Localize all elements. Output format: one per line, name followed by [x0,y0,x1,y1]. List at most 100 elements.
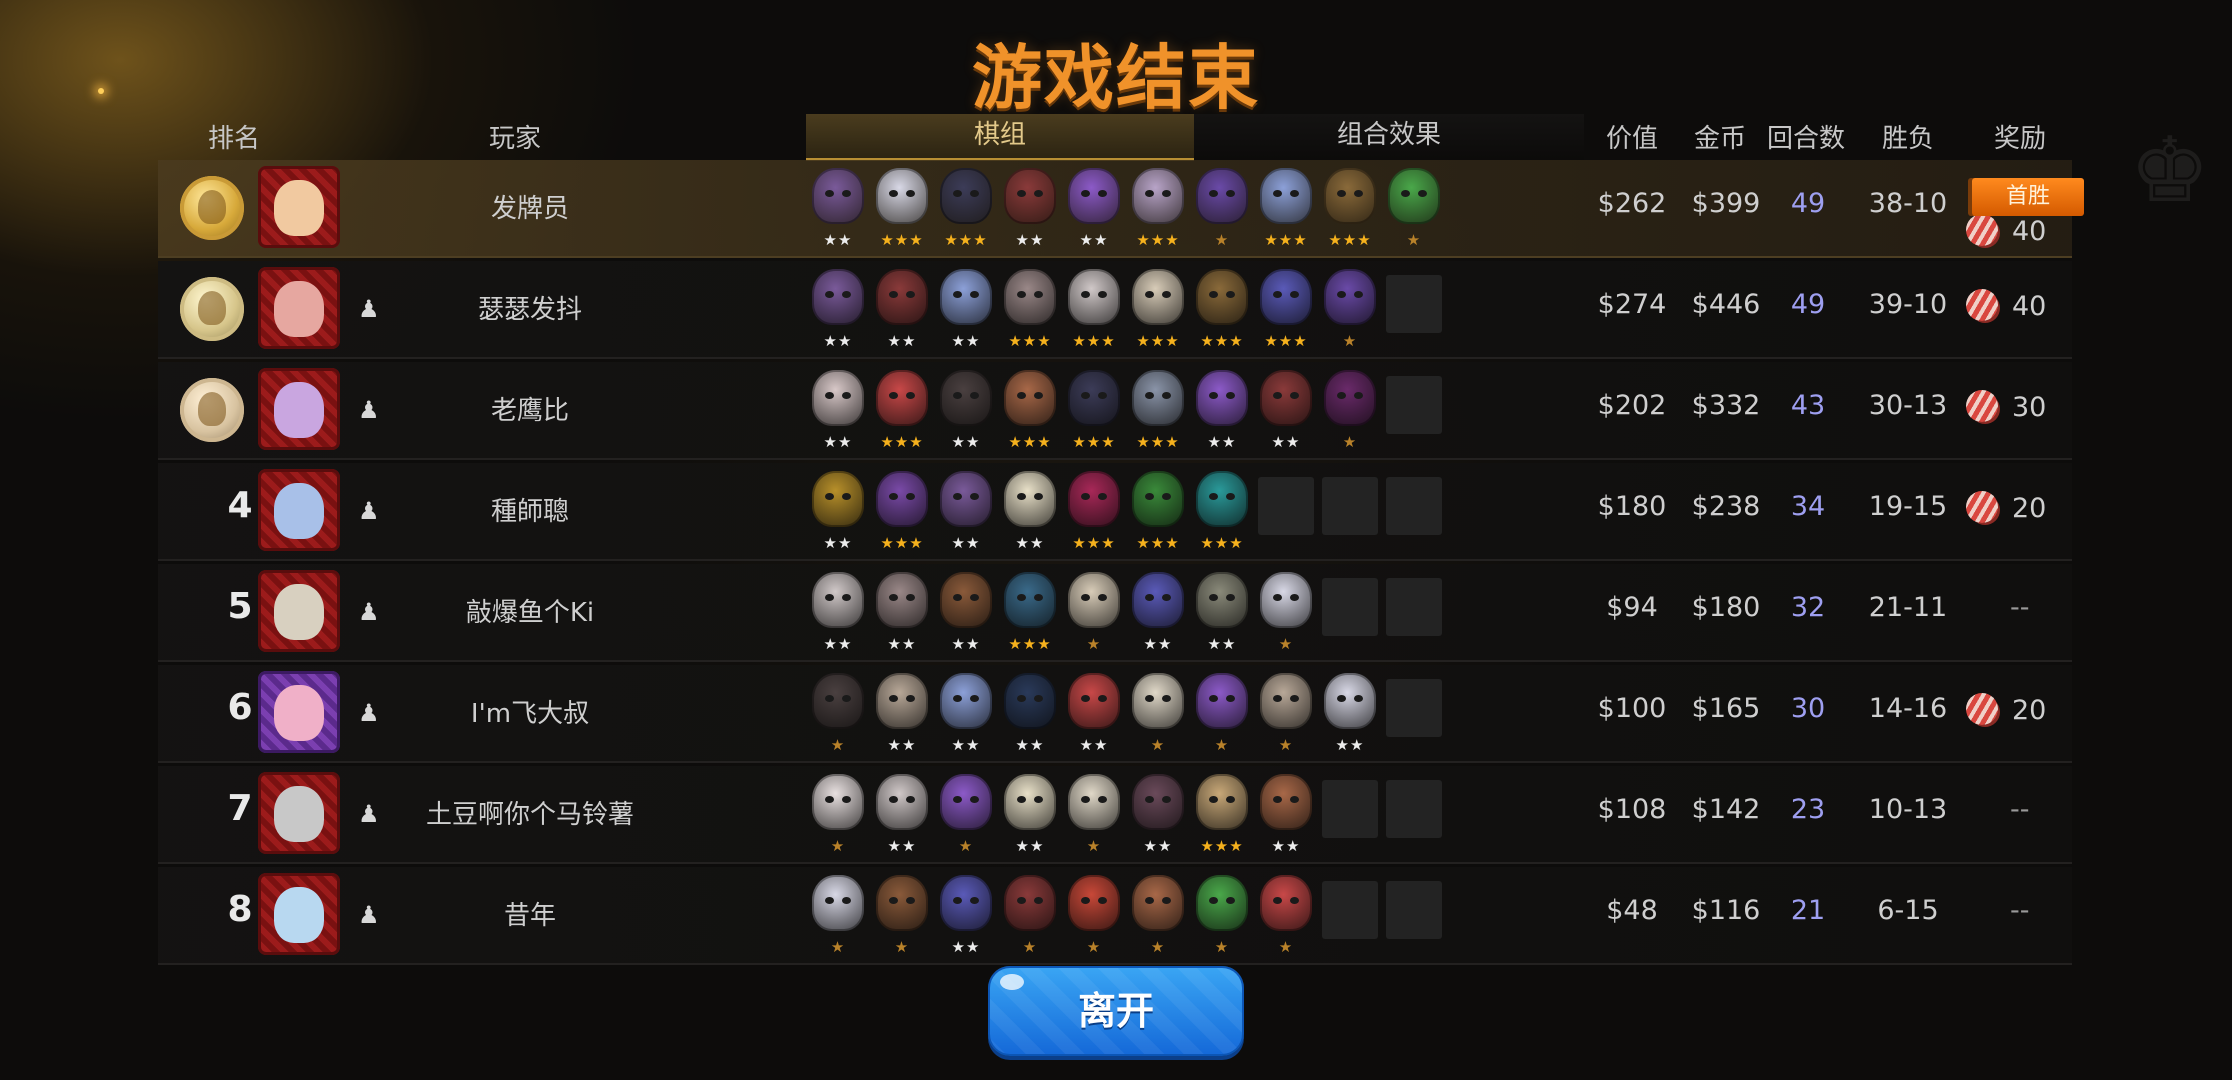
skull-knight-icon[interactable]: ★★ [1192,570,1252,652]
player-avatar[interactable] [258,267,340,349]
hooded-assassin-icon[interactable]: ★★★ [1064,368,1124,450]
add-friend-icon[interactable]: ♟ [358,497,380,525]
tab-lineup[interactable]: 棋组 [806,114,1194,161]
dark-ogre-icon[interactable]: ★★ [1128,772,1188,854]
player-row[interactable]: ♟ 老鹰比 ★★ ★★★ ★★ ★★★ ★★★ ★★★ ★★ ★★ ★ $202 $332 43 30-13… [158,362,2072,460]
horned-ogre-icon[interactable]: ★★ [936,469,996,551]
purple-witch-icon[interactable]: ★ [1192,671,1252,753]
player-row[interactable]: 4 ♟ 種師聰 ★★ ★★★ ★★ ★★ ★★★ ★★★ ★★★ $180 $238 34 19-15 20 [158,463,2072,561]
purple-witch-icon[interactable]: ★★ [1064,166,1124,248]
hero-head [812,471,864,527]
viking-chief-icon[interactable]: ★★★ [1192,772,1252,854]
pirate-boar-icon[interactable]: ★ [1128,873,1188,955]
blue-bat-icon[interactable]: ★★ [1128,570,1188,652]
blue-bat-icon[interactable]: ★★★ [1256,267,1316,349]
add-friend-icon[interactable]: ♟ [358,800,380,828]
purple-witch-icon[interactable]: ★★ [1192,368,1252,450]
pirate-boar-icon[interactable]: ★★★ [1000,368,1060,450]
tree-spirit-icon[interactable]: ★★★ [1192,267,1252,349]
skull-beast-icon[interactable]: ★★★ [1128,267,1188,349]
white-yeti-icon[interactable]: ★★ [1320,671,1380,753]
player-avatar[interactable] [258,772,340,854]
horned-ogre-icon[interactable]: ★★ [808,166,868,248]
white-yeti-icon[interactable]: ★★★ [872,166,932,248]
blue-yeti-icon[interactable]: ★★ [936,267,996,349]
red-brute-icon[interactable]: ★ [1256,873,1316,955]
player-row[interactable]: 8 ♟ 昔年 ★ ★ ★★ ★ ★ ★ ★ ★ $48 $116 21 6-15 -- [158,867,2072,965]
tribal-mask-icon[interactable]: ★ [1064,873,1124,955]
dark-swordsman-icon[interactable]: ★ [808,671,868,753]
player-avatar[interactable] [258,368,340,450]
old-monk-icon[interactable]: ★★ [872,671,932,753]
white-mage-icon[interactable]: ★★ [872,772,932,854]
shadow-wraith-icon[interactable]: ★ [1320,368,1380,450]
grey-troll-icon[interactable]: ★★★ [1128,368,1188,450]
hero-head [1132,572,1184,628]
elf-priestess-icon[interactable]: ★★ [1000,469,1060,551]
golden-pharaoh-icon[interactable]: ★★ [808,469,868,551]
grey-demon-icon[interactable]: ★★★ [1000,267,1060,349]
blue-bat-icon[interactable]: ★★ [936,873,996,955]
red-brute-icon[interactable]: ★★ [1064,671,1124,753]
player-row[interactable]: 7 ♟ 土豆啊你个马铃薯 ★ ★★ ★ ★★ ★ ★★ ★★★ ★★ $108 $142 23 10-13-… [158,766,2072,864]
crimson-demon-icon[interactable]: ★★★ [1064,469,1124,551]
player-avatar[interactable] [258,166,340,248]
brown-warrior-icon[interactable]: ★★ [936,570,996,652]
white-sage-icon[interactable]: ★ [1064,772,1124,854]
player-avatar[interactable] [258,469,340,551]
blue-yeti-icon[interactable]: ★★★ [1256,166,1316,248]
horned-ogre-icon[interactable]: ★★ [808,267,868,349]
white-goat-icon[interactable]: ★ [808,772,868,854]
goblin-king-icon[interactable]: ★ [1192,873,1252,955]
win-loss-cell: 21-11 [1868,592,1948,623]
brown-warrior-icon[interactable]: ★ [872,873,932,955]
empty-slot [1386,578,1442,636]
hooded-assassin-icon[interactable]: ★★★ [936,166,996,248]
pale-egg-icon[interactable]: ★★ [1000,772,1060,854]
white-mage-icon[interactable]: ★★ [808,570,868,652]
pale-ogre-icon[interactable]: ★★ [808,368,868,450]
purple-wizard-icon[interactable]: ★★★ [872,469,932,551]
leave-button[interactable]: 离开 [988,966,1244,1056]
player-row[interactable]: ♟ 瑟瑟发抖 ★★ ★★ ★★ ★★★ ★★★ ★★★ ★★★ ★★★ ★ $274 $446 49 39-… [158,261,2072,359]
teal-robot-icon[interactable]: ★★★ [1192,469,1252,551]
white-yeti-icon[interactable]: ★ [1256,570,1316,652]
purple-knight-icon[interactable]: ★ [1320,267,1380,349]
add-friend-icon[interactable]: ♟ [358,396,380,424]
tab-combo-effects[interactable]: 组合效果 [1194,114,1584,160]
red-bandana-dwarf-icon[interactable]: ★ [1000,873,1060,955]
green-rogue-icon[interactable]: ★★★ [1128,469,1188,551]
white-yeti-icon[interactable]: ★ [808,873,868,955]
void-hood-icon[interactable]: ★★ [1000,671,1060,753]
hero-head [1068,168,1120,224]
grey-demon-icon[interactable]: ★★ [872,570,932,652]
purple-knight-icon[interactable]: ★ [1192,166,1252,248]
player-row[interactable]: 5 ♟ 敲爆鱼个Ki ★★ ★★ ★★ ★★★ ★ ★★ ★★ ★ $94 $180 32 21-11 -- [158,564,2072,662]
goggle-dwarf-icon[interactable]: ★★ [1256,772,1316,854]
player-avatar[interactable] [258,570,340,652]
tree-spirit-icon[interactable]: ★★★ [1320,166,1380,248]
red-bandana-dwarf-icon[interactable]: ★★ [1256,368,1316,450]
player-avatar[interactable] [258,671,340,753]
skull-beast-icon[interactable]: ★ [1064,570,1124,652]
purple-witch-icon[interactable]: ★ [936,772,996,854]
white-mage-icon[interactable]: ★★★ [1064,267,1124,349]
add-friend-icon[interactable]: ♟ [358,598,380,626]
player-row[interactable]: 6 ♟ I'm飞大叔 ★ ★★ ★★ ★★ ★★ ★ ★ ★ ★★ $100 $165 30 14-16 20 [158,665,2072,763]
player-avatar[interactable] [258,873,340,955]
old-monk-icon[interactable]: ★ [1256,671,1316,753]
star-rating: ★ [958,837,974,855]
pale-ogre-icon[interactable]: ★★★ [1128,166,1188,248]
red-bandana-dwarf-icon[interactable]: ★★ [872,267,932,349]
white-sage-icon[interactable]: ★ [1128,671,1188,753]
red-bandana-dwarf-icon[interactable]: ★★ [1000,166,1060,248]
player-row[interactable]: 发牌员 ★★ ★★★ ★★★ ★★ ★★ ★★★ ★ ★★★ ★★★ ★ $262 $399 49 38-1… [158,160,2072,258]
add-friend-icon[interactable]: ♟ [358,901,380,929]
blue-yeti-icon[interactable]: ★★ [936,671,996,753]
add-friend-icon[interactable]: ♟ [358,699,380,727]
dark-swordsman-icon[interactable]: ★★ [936,368,996,450]
add-friend-icon[interactable]: ♟ [358,295,380,323]
green-mech-icon[interactable]: ★★★ [1000,570,1060,652]
goblin-king-icon[interactable]: ★ [1384,166,1444,248]
red-brute-icon[interactable]: ★★★ [872,368,932,450]
